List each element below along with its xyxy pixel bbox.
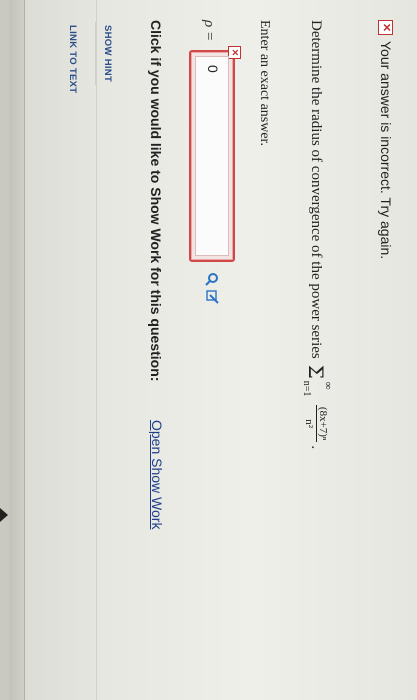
section-divider	[96, 0, 97, 700]
question-text: Determine the radius of convergence of t…	[301, 20, 334, 450]
x-box-icon: ✕	[378, 20, 394, 35]
pointer-mark	[0, 508, 8, 522]
term-denominator: n²	[303, 419, 315, 429]
feedback-banner: ✕ Your answer is incorrect. Try again.	[378, 20, 394, 259]
sum-symbol: Σ	[304, 364, 328, 379]
panel-bottom-edge	[0, 0, 9, 700]
edit-icon[interactable]	[202, 290, 219, 304]
show-hint-button[interactable]: SHOW HINT	[95, 22, 120, 85]
feedback-text: Your answer is incorrect. Try again.	[378, 41, 394, 260]
answer-tools	[202, 272, 219, 308]
x-box-icon: ✕	[228, 46, 241, 59]
answer-input[interactable]: 0	[195, 56, 229, 256]
end-punctuation: .	[308, 445, 325, 450]
instruction-text: Enter an exact answer.	[257, 20, 272, 146]
open-show-work-link[interactable]: Open Show Work	[149, 420, 165, 529]
link-to-text-button[interactable]: LINK TO TEXT	[61, 22, 85, 95]
series-term: (8x+7)ⁿ n²	[303, 404, 329, 443]
rotated-content: ✕ Your answer is incorrect. Try again. D…	[0, 0, 417, 700]
sum-lower-limit: n=1	[301, 380, 312, 397]
term-numerator: (8x+7)ⁿ	[316, 404, 329, 443]
summation: Σ ∞ n=1	[301, 364, 334, 397]
search-icon[interactable]	[202, 272, 219, 286]
question-prompt: Determine the radius of convergence of t…	[308, 20, 325, 359]
show-work-prompt: Click if you would like to Show Work for…	[148, 20, 164, 382]
answer-label: ρ =	[201, 20, 217, 42]
sum-upper-limit: ∞	[322, 381, 334, 390]
answer-field-wrapper: ✕ 0	[189, 46, 241, 262]
